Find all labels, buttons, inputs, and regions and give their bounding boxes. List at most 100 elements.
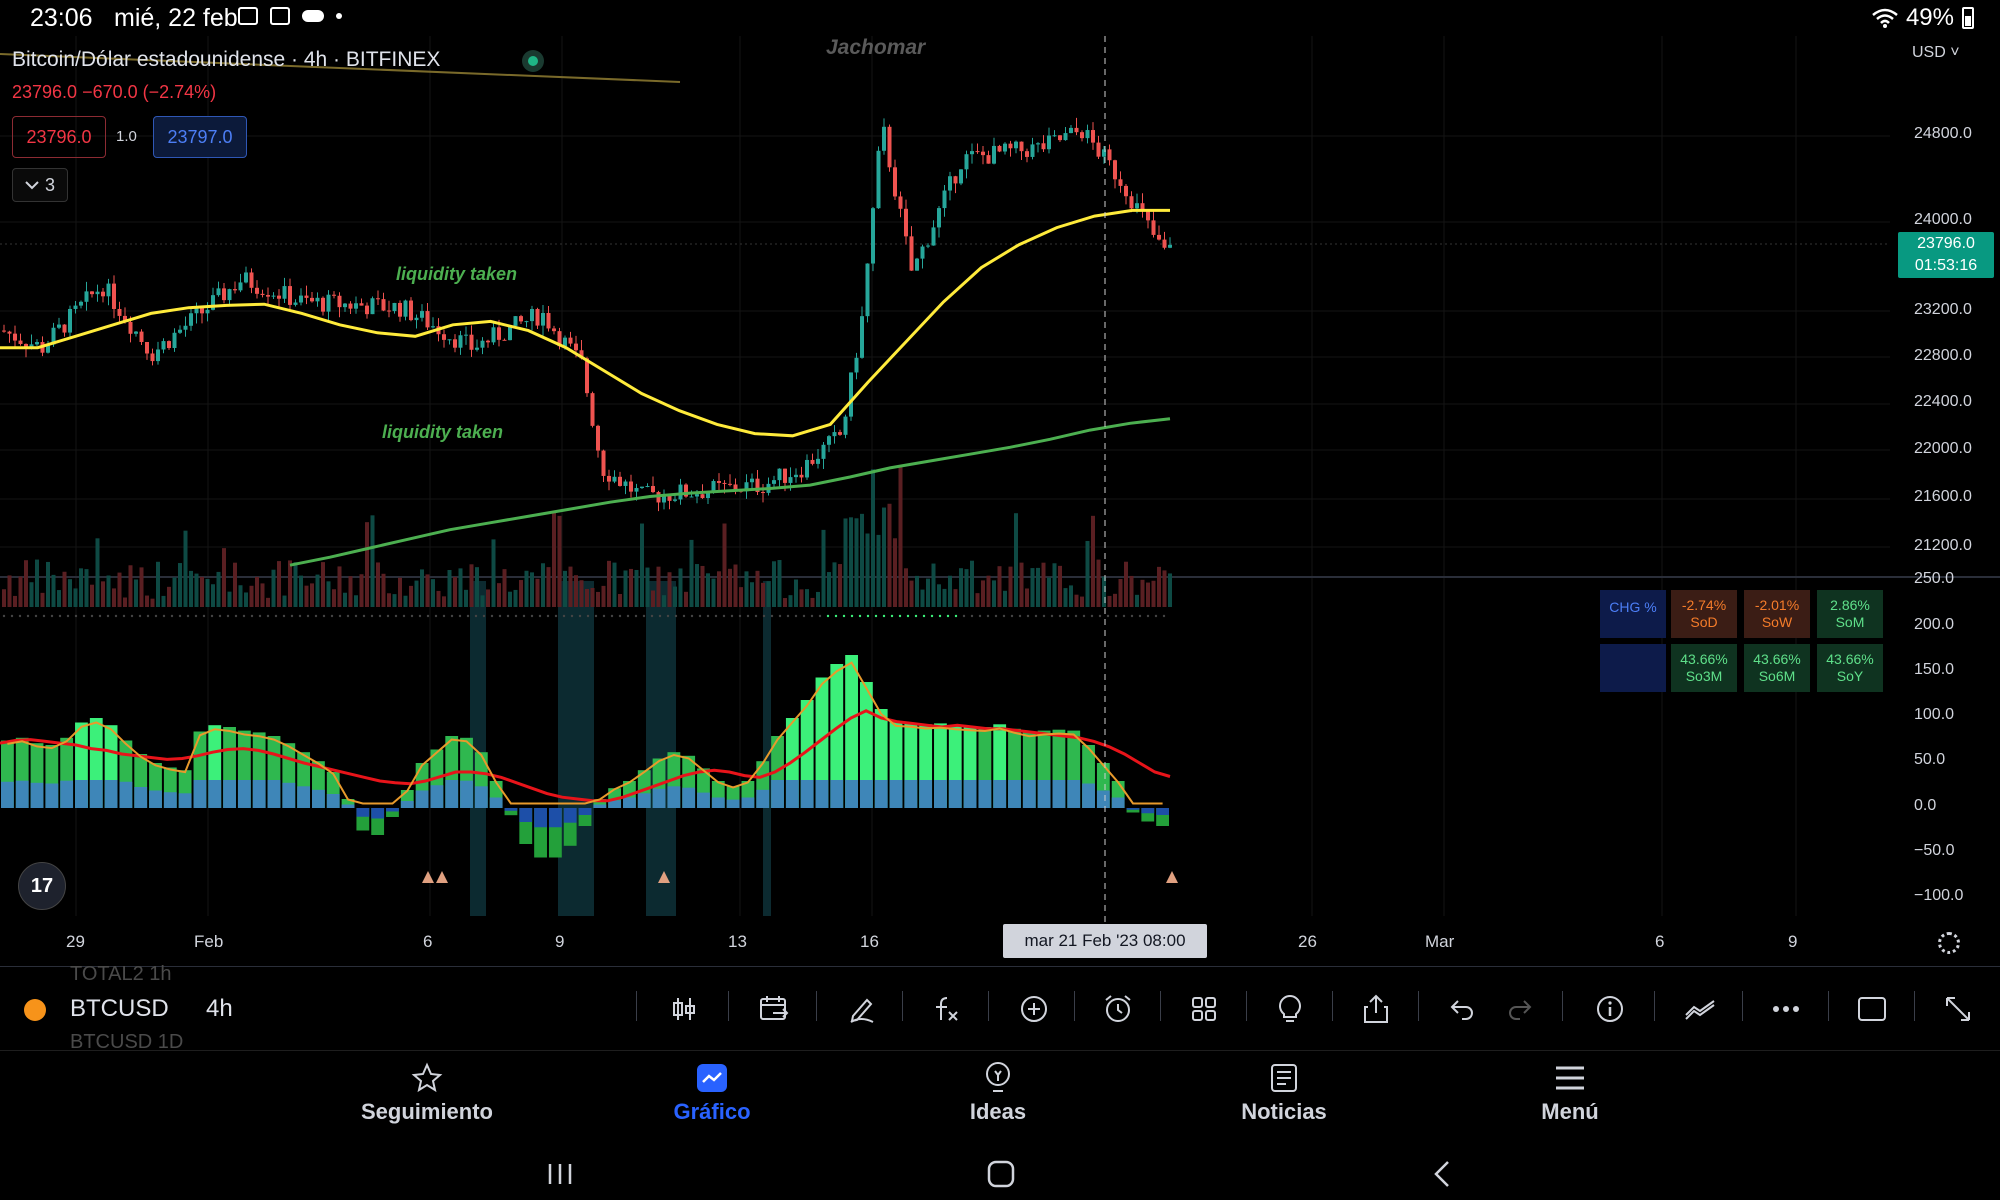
- chg-value: 43.66%: [1826, 651, 1874, 667]
- level-dot: [522, 614, 526, 618]
- volume-bar: [1014, 513, 1018, 607]
- oscillator-sub-bar: [593, 804, 607, 808]
- more-button[interactable]: [1764, 987, 1808, 1031]
- volume-bar: [304, 585, 309, 607]
- oscillator-sub-bar: [386, 808, 399, 812]
- x-tick-label: 26: [1298, 932, 1317, 951]
- level-dot: [434, 614, 438, 618]
- symbol-legend-title[interactable]: Bitcoin/Dólar estadounidense · 4h · BITF…: [12, 48, 440, 72]
- level-dot: [810, 614, 814, 618]
- candle-body: [849, 372, 853, 417]
- currency-selector[interactable]: USD ˅: [1912, 44, 1960, 62]
- volume-bar: [601, 585, 606, 607]
- level-dot: [666, 614, 670, 618]
- recent-apps-button[interactable]: [540, 1156, 580, 1192]
- alert-button[interactable]: [1096, 987, 1140, 1031]
- volume-bar: [376, 562, 380, 607]
- level-dot: [426, 614, 430, 618]
- nav-grafico[interactable]: Gráfico: [612, 1061, 812, 1125]
- chg-cell-so3m: 43.66% So3M: [1671, 644, 1737, 692]
- annotation-liquidity-taken-2[interactable]: liquidity taken: [382, 422, 503, 443]
- symbol-list-prev[interactable]: TOTAL2 1h: [70, 963, 172, 986]
- oscillator-sub-bar: [326, 794, 340, 808]
- symbol-name[interactable]: BTCUSD: [70, 995, 169, 1023]
- level-dot: [226, 614, 230, 618]
- layout-button[interactable]: [1182, 987, 1226, 1031]
- cloud-icon: [302, 10, 324, 22]
- annotation-liquidity-taken-1[interactable]: liquidity taken: [396, 264, 517, 285]
- level-dot: [842, 614, 846, 618]
- sell-price-button[interactable]: 23796.0: [12, 116, 106, 158]
- candle-body: [898, 196, 903, 209]
- level-dot: [1058, 614, 1062, 618]
- timeframe[interactable]: 4h: [206, 995, 233, 1023]
- ideas-publish-button[interactable]: [1268, 987, 1312, 1031]
- volume-bar: [552, 512, 556, 607]
- oscillator-sub-bar: [919, 780, 933, 808]
- candle-body: [502, 339, 507, 341]
- redo-button[interactable]: [1498, 987, 1542, 1031]
- level-dot: [978, 614, 982, 618]
- volume-bar: [332, 589, 336, 607]
- level-dot: [1106, 614, 1110, 618]
- indicator-templates-button[interactable]: [1678, 987, 1722, 1031]
- chart-canvas[interactable]: [0, 36, 2000, 966]
- volume-bar: [183, 530, 188, 607]
- back-button[interactable]: [1422, 1156, 1462, 1192]
- star-icon: [411, 1062, 443, 1093]
- level-dot: [42, 614, 46, 618]
- symbol-info-button[interactable]: [1588, 987, 1632, 1031]
- nav-noticias[interactable]: Noticias: [1184, 1061, 1384, 1125]
- chart-type-button[interactable]: [662, 987, 706, 1031]
- candle-body: [904, 208, 908, 237]
- volume-bar: [1118, 579, 1123, 607]
- currency-label: USD: [1912, 44, 1946, 61]
- oscillator-sub-bar: [815, 780, 829, 808]
- volume-bar: [7, 575, 12, 607]
- drawing-tools-button[interactable]: [840, 987, 884, 1031]
- level-dot: [170, 614, 174, 618]
- undo-button[interactable]: [1440, 987, 1484, 1031]
- add-button[interactable]: [1012, 987, 1056, 1031]
- candle-body: [838, 432, 842, 435]
- level-dot: [362, 614, 366, 618]
- buy-price-button[interactable]: 23797.0: [153, 116, 247, 158]
- candle-body: [134, 331, 138, 334]
- expand-button[interactable]: [1936, 987, 1980, 1031]
- level-dot: [466, 614, 470, 618]
- home-button[interactable]: [981, 1156, 1021, 1192]
- level-dot: [602, 614, 606, 618]
- chart-area[interactable]: Jachomar Bitcoin/Dólar estadounidense · …: [0, 36, 2000, 966]
- tradingview-logo-icon[interactable]: 17: [18, 862, 66, 910]
- nav-ideas[interactable]: Ideas: [898, 1061, 1098, 1125]
- status-notification-icons: [238, 7, 342, 25]
- volume-bar: [255, 576, 259, 607]
- compare-range-button[interactable]: [752, 987, 796, 1031]
- level-dot: [610, 614, 614, 618]
- spread-value: 1.0: [116, 128, 137, 145]
- indicators-toggle-button[interactable]: 3: [12, 168, 68, 202]
- share-button[interactable]: [1354, 987, 1398, 1031]
- level-dot: [802, 614, 806, 618]
- candle-body: [475, 347, 479, 350]
- candle-body: [717, 481, 721, 483]
- level-dot: [770, 614, 774, 618]
- volume-bar: [387, 593, 391, 607]
- candle-body: [332, 294, 336, 296]
- level-dot: [1154, 614, 1158, 618]
- volume-bar: [123, 597, 127, 607]
- settings-gear-icon[interactable]: [1938, 932, 1960, 954]
- volume-bar: [189, 570, 193, 607]
- volume-bar: [585, 588, 589, 607]
- volume-bar: [942, 588, 947, 607]
- volume-bar: [596, 591, 600, 607]
- chg-period: SoW: [1761, 614, 1793, 630]
- candle-body: [68, 308, 72, 333]
- oscillator-sub-bar: [711, 797, 725, 808]
- nav-menu[interactable]: Menú: [1470, 1061, 1670, 1125]
- nav-seguimiento[interactable]: Seguimiento: [327, 1061, 527, 1125]
- fullscreen-window-button[interactable]: [1850, 987, 1894, 1031]
- market-status-icon[interactable]: [522, 50, 544, 72]
- oscillator-sub-bar: [785, 780, 799, 808]
- indicators-button[interactable]: [924, 987, 968, 1031]
